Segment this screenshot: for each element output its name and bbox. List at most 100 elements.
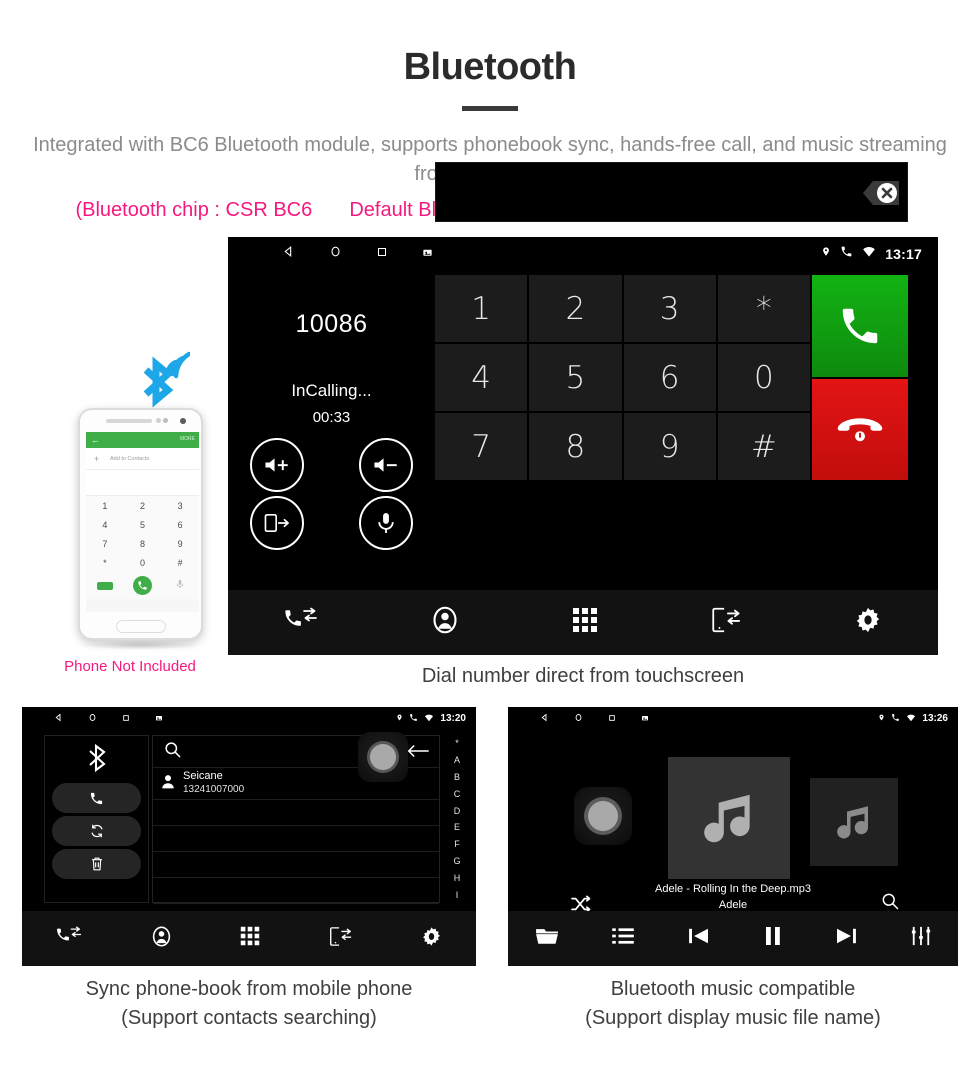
phone-key: 3: [161, 496, 199, 515]
nav-contacts[interactable]: [151, 926, 172, 952]
screenshot-icon[interactable]: [422, 245, 433, 263]
dialpad-key-star[interactable]: *: [717, 275, 810, 342]
nav-settings[interactable]: [421, 926, 442, 952]
contact-row-empty[interactable]: [153, 800, 439, 826]
phone-icon: [840, 245, 853, 263]
home-circle-icon[interactable]: [574, 709, 583, 727]
contact-row-empty[interactable]: [153, 852, 439, 878]
alpha-index-item[interactable]: A: [454, 755, 460, 765]
dialpad-key-9[interactable]: 9: [623, 413, 716, 480]
music-folder-button[interactable]: [535, 926, 559, 951]
music-screenshot: 13:26 Adele - Rolling In the Deep.mp3 Ad…: [508, 707, 958, 966]
call-timer: 00:33: [312, 409, 351, 426]
wifi-icon: [862, 245, 876, 263]
music-pause-button[interactable]: [764, 926, 782, 951]
phone-icon: [891, 709, 900, 727]
volume-knob-inner: [588, 801, 618, 831]
backspace-icon[interactable]: [839, 171, 901, 215]
phone-speaker-grille: [106, 419, 152, 423]
phonebook-side-panel: [44, 735, 149, 903]
music-next-button[interactable]: [835, 927, 857, 950]
phonebook-clock: 13:20: [440, 712, 466, 724]
location-pin-icon: [878, 709, 885, 727]
dialpad-key-hash[interactable]: #: [717, 413, 810, 480]
dialpad-key-0[interactable]: 0: [717, 344, 810, 411]
phone-key: *: [86, 553, 124, 572]
dialpad-key-5[interactable]: 5: [529, 344, 622, 411]
nav-keypad[interactable]: [572, 607, 598, 638]
phonebook-sync-button[interactable]: [52, 816, 141, 846]
music-equalizer-button[interactable]: [911, 926, 931, 951]
contact-text-block: Seicane 13241007000: [183, 770, 244, 796]
dialpad-key-2[interactable]: 2: [529, 275, 622, 342]
phone-keypad: 1 2 3 4 5 6 7 8 9 * 0 #: [86, 496, 199, 572]
alpha-index-item[interactable]: G: [453, 856, 460, 866]
contact-row-empty[interactable]: [153, 878, 439, 904]
alpha-index-item[interactable]: H: [454, 873, 461, 883]
nav-contacts[interactable]: [431, 606, 459, 639]
alpha-index-item[interactable]: I: [456, 890, 459, 900]
phone-key: 5: [123, 515, 162, 534]
transfer-to-phone-button[interactable]: [250, 496, 305, 550]
dialpad[interactable]: 1 2 3 * 4 5 6 0 7 8 9 #: [435, 275, 810, 480]
alpha-index-item[interactable]: B: [454, 772, 460, 782]
nav-call-log[interactable]: [284, 607, 318, 638]
spec-chip: (Bluetooth chip : CSR BC6: [75, 198, 313, 221]
alpha-index-item[interactable]: E: [454, 822, 460, 832]
nav-sync[interactable]: [329, 926, 352, 952]
recents-square-icon[interactable]: [376, 245, 388, 263]
volume-up-button[interactable]: [250, 438, 305, 492]
recents-square-icon[interactable]: [122, 709, 130, 727]
volume-down-button[interactable]: [358, 438, 413, 492]
album-art-next[interactable]: [810, 778, 898, 866]
phonebook-delete-button[interactable]: [52, 849, 141, 879]
phone-home-button: [116, 620, 166, 633]
alpha-index-item[interactable]: D: [454, 806, 461, 816]
nav-settings[interactable]: [854, 606, 882, 639]
nav-keypad[interactable]: [240, 926, 260, 951]
back-triangle-icon[interactable]: [540, 709, 549, 727]
phonebook-caption-line1: Sync phone-book from mobile phone: [85, 978, 413, 1000]
dialpad-key-7[interactable]: 7: [435, 413, 528, 480]
phonebook-screenshot: 13:20 Seicane 13241007000 * A B C D E F …: [22, 707, 476, 966]
person-icon: [161, 774, 175, 794]
alpha-index-item[interactable]: *: [455, 738, 459, 748]
phone-number-field: [86, 470, 199, 496]
contact-row-empty[interactable]: [153, 826, 439, 852]
alpha-index-item[interactable]: C: [454, 789, 461, 799]
dialpad-key-4[interactable]: 4: [435, 344, 528, 411]
phone-call-icon: [132, 576, 152, 595]
alpha-index-item[interactable]: F: [454, 839, 460, 849]
nav-sync[interactable]: [711, 606, 741, 639]
contact-search-row[interactable]: [153, 732, 439, 782]
phonebook-status-icons: 13:20: [396, 709, 466, 727]
home-circle-icon[interactable]: [88, 709, 97, 727]
number-input-field[interactable]: [435, 162, 908, 222]
music-playlist-button[interactable]: [612, 927, 635, 950]
call-button[interactable]: [812, 275, 908, 377]
dialpad-key-8[interactable]: 8: [529, 413, 622, 480]
android-nav-icons: [282, 245, 433, 263]
screenshot-icon[interactable]: [155, 709, 163, 727]
nav-call-log[interactable]: [56, 926, 82, 951]
dialpad-key-3[interactable]: 3: [623, 275, 716, 342]
back-triangle-icon[interactable]: [54, 709, 63, 727]
recents-square-icon[interactable]: [608, 709, 616, 727]
phone-key: 9: [161, 534, 199, 553]
dialpad-key-1[interactable]: 1: [435, 275, 528, 342]
dialer-navbar: [228, 590, 938, 655]
search-icon[interactable]: [163, 740, 182, 764]
contact-row[interactable]: Seicane 13241007000: [153, 768, 439, 800]
screenshot-icon[interactable]: [641, 709, 649, 727]
back-triangle-icon[interactable]: [282, 245, 295, 263]
phone-illustration: ← MORE + Add to Contacts 1 2 3 4 5 6 7 8: [30, 340, 230, 680]
phonebook-call-button[interactable]: [52, 783, 141, 813]
home-circle-icon[interactable]: [329, 245, 342, 263]
hangup-button[interactable]: [812, 378, 908, 480]
back-arrow-icon[interactable]: [407, 744, 429, 763]
alphabet-index[interactable]: * A B C D E F G H I: [444, 735, 470, 903]
dialpad-key-6[interactable]: 6: [623, 344, 716, 411]
music-previous-button[interactable]: [688, 927, 710, 950]
mute-mic-button[interactable]: [358, 496, 413, 550]
plus-icon: +: [94, 454, 100, 464]
